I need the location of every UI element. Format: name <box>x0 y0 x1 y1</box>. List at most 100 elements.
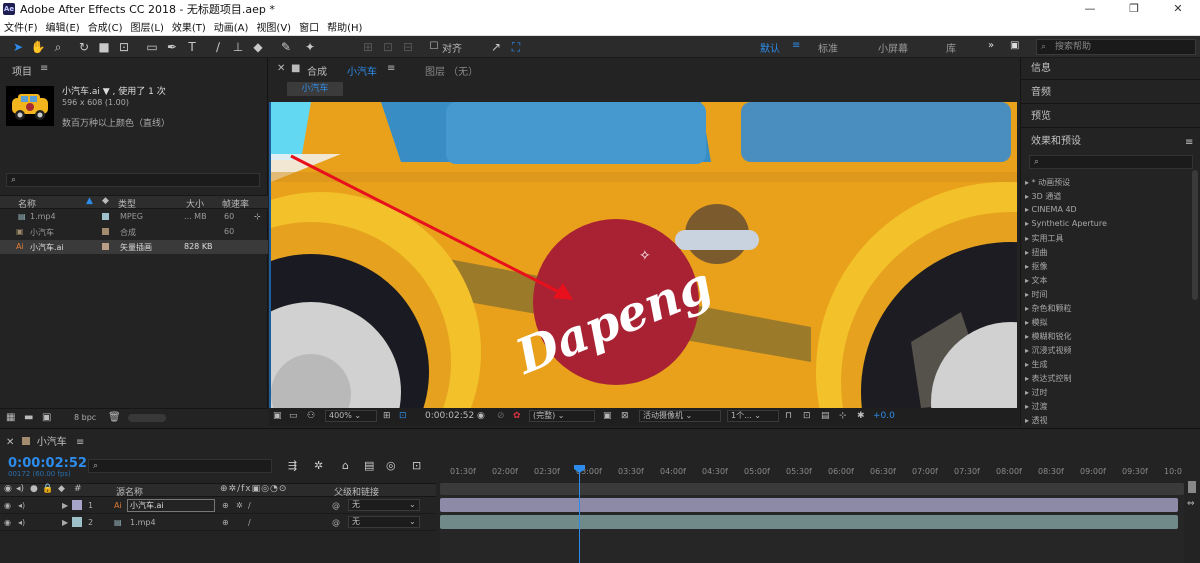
menu-animation[interactable]: 动画(A) <box>210 19 253 34</box>
comp-tab-prefix[interactable]: 合成 <box>307 63 327 78</box>
time-ruler[interactable]: 01:30f 02:00f 02:30f 03:00f 03:30f 04:00… <box>440 457 1188 483</box>
vr-icon[interactable]: ⚇ <box>307 411 315 421</box>
zoom-tool-icon[interactable]: ⌕ <box>50 39 66 55</box>
fx-category[interactable]: ▸ 时间 <box>1025 289 1048 300</box>
timeline-end-marker[interactable] <box>1188 481 1196 493</box>
timeline-search-input[interactable]: ⌕ <box>88 459 272 473</box>
col-parent-link[interactable]: 父级和链接 <box>334 485 379 498</box>
snap-feather-icon[interactable]: ↗ <box>488 39 504 55</box>
fx-category[interactable]: ▸ 生成 <box>1025 359 1048 370</box>
comp-mini-flowchart-icon[interactable]: ⇶ <box>288 459 297 472</box>
col-source-name[interactable]: 源名称 <box>116 485 143 498</box>
type-tool-icon[interactable]: T <box>184 39 200 55</box>
display-icon[interactable]: ▭ <box>289 411 298 421</box>
brush-tool-icon[interactable]: ∕ <box>210 39 226 55</box>
show-snapshot-icon[interactable]: ⊘ <box>497 411 505 421</box>
effects-menu-icon[interactable]: ≡ <box>1185 137 1193 148</box>
pen-tool-icon[interactable]: ✒ <box>164 39 180 55</box>
clone-stamp-tool-icon[interactable]: ⊥ <box>230 39 246 55</box>
comp-breadcrumb[interactable]: 小汽车 <box>287 82 343 96</box>
workspace-library[interactable]: 库 <box>946 40 956 55</box>
composition-viewer[interactable]: Dapeng ✧ <box>269 102 1017 408</box>
shy-switch-icon[interactable]: ⊕ <box>222 501 229 510</box>
project-row[interactable]: ▤ 1.mp4 MPEG ... MB 60 ⊹ <box>0 210 268 224</box>
rotate-tool-icon[interactable]: ↻ <box>76 39 92 55</box>
close-icon[interactable]: ✕ <box>1156 0 1200 18</box>
draft-3d-icon[interactable]: ✲ <box>314 459 323 472</box>
fx-category[interactable]: ▸ 表达式控制 <box>1025 373 1072 384</box>
layer-label-swatch[interactable] <box>72 500 82 510</box>
new-folder-icon[interactable]: ▬ <box>24 412 33 423</box>
camera-tool-icon[interactable]: ■ <box>96 39 112 55</box>
col-size[interactable]: 大小 <box>186 197 204 210</box>
menu-window[interactable]: 窗口 <box>295 19 323 34</box>
fx-category[interactable]: ▸ * 动画预设 <box>1025 177 1070 188</box>
reset-exposure-icon[interactable]: ✱ <box>857 411 865 421</box>
hand-tool-icon[interactable]: ✋ <box>30 39 46 55</box>
fx-category[interactable]: ▸ 沉浸式视频 <box>1025 345 1072 356</box>
video-switch-icon[interactable]: ◉ <box>4 484 12 494</box>
lock-column-icon[interactable]: 🔒 <box>42 484 53 494</box>
workspace-default[interactable]: 默认 <box>760 40 780 55</box>
roto-brush-tool-icon[interactable]: ✎ <box>278 39 294 55</box>
audio-icon[interactable]: ◂) <box>18 501 25 510</box>
pick-whip-icon[interactable]: @ <box>332 501 340 510</box>
layer-1-duration-bar[interactable] <box>440 498 1178 512</box>
parent-dropdown[interactable]: 无 ⌄ <box>348 499 420 511</box>
menu-view[interactable]: 视图(V) <box>252 19 295 34</box>
menu-edit[interactable]: 编辑(E) <box>42 19 84 34</box>
more-workspaces-icon[interactable]: » <box>988 40 994 51</box>
trash-icon[interactable]: 🗑 <box>108 412 121 423</box>
col-name[interactable]: 名称 <box>18 197 36 210</box>
close-tab-icon[interactable]: ✕ <box>277 63 285 74</box>
fx-category[interactable]: ▸ 实用工具 <box>1025 233 1064 244</box>
effects-scrollbar[interactable] <box>1192 170 1198 300</box>
eraser-tool-icon[interactable]: ◆ <box>250 39 266 55</box>
maximize-icon[interactable]: ❐ <box>1112 0 1156 18</box>
sync-settings-icon[interactable]: ▣ <box>1010 40 1019 51</box>
preview-panel-tab[interactable]: 预览 <box>1021 106 1200 128</box>
effects-search-input[interactable]: ⌕ <box>1029 155 1193 169</box>
sort-arrow-icon[interactable]: ▲ <box>86 196 93 206</box>
quality-switch-icon[interactable]: ∕ <box>248 518 251 527</box>
col-fps[interactable]: 帧速率 <box>222 197 249 210</box>
collapse-switch-icon[interactable]: ✲ <box>236 501 243 510</box>
label-tag-icon[interactable]: ◆ <box>102 196 109 206</box>
fx-category[interactable]: ▸ 文本 <box>1025 275 1048 286</box>
eye-icon[interactable]: ◉ <box>4 518 11 527</box>
close-tab-icon[interactable]: ✕ <box>6 437 14 448</box>
comp-menu-icon[interactable]: ≡ <box>387 63 395 74</box>
graph-editor-icon[interactable]: ⊡ <box>412 459 421 472</box>
rectangle-tool-icon[interactable]: ▭ <box>144 39 160 55</box>
roi-icon[interactable]: ▣ <box>603 411 612 421</box>
layer-name-field[interactable]: 小汽车.ai <box>127 499 215 512</box>
workspace-menu-icon[interactable]: ≡ <box>792 40 800 51</box>
interpret-footage-icon[interactable]: ▦ <box>6 412 15 423</box>
menu-composition[interactable]: 合成(C) <box>84 19 127 34</box>
playhead-line[interactable] <box>579 466 580 563</box>
workspace-standard[interactable]: 标准 <box>818 40 838 55</box>
audio-switch-icon[interactable]: ◂) <box>16 484 24 494</box>
flowchart-icon[interactable]: ⊹ <box>254 212 261 221</box>
views-dropdown[interactable]: 1个... ⌄ <box>727 410 779 422</box>
zoom-dropdown[interactable]: 400% ⌄ <box>325 410 377 422</box>
thumbnail-zoom-slider[interactable] <box>128 414 166 422</box>
switches-column-icons[interactable]: ⊕✲∕fx▣◎◔⊙ <box>220 484 287 494</box>
fx-category[interactable]: ▸ CINEMA 4D <box>1025 205 1077 214</box>
parent-dropdown[interactable]: 无 ⌄ <box>348 516 420 528</box>
info-panel-tab[interactable]: 信息 <box>1021 58 1200 80</box>
snapshot-icon[interactable]: ◉ <box>477 411 485 421</box>
menu-effect[interactable]: 效果(T) <box>168 19 210 34</box>
label-swatch[interactable] <box>102 213 109 220</box>
label-swatch[interactable] <box>102 228 109 235</box>
menu-help[interactable]: 帮助(H) <box>323 19 366 34</box>
view-axis-icon[interactable]: ⊟ <box>400 39 416 55</box>
timeline-icon[interactable]: ▤ <box>821 411 830 421</box>
expand-arrow-icon[interactable]: ▶ <box>62 501 68 510</box>
fast-preview-icon[interactable]: ⊡ <box>803 411 811 421</box>
fx-category[interactable]: ▸ 过渡 <box>1025 401 1048 412</box>
layer-viewer-tab[interactable]: 图层 （无） <box>425 63 478 78</box>
puppet-pin-tool-icon[interactable]: ✦ <box>302 39 318 55</box>
fx-category[interactable]: ▸ 模拟 <box>1025 317 1048 328</box>
fx-category[interactable]: ▸ Synthetic Aperture <box>1025 219 1107 228</box>
